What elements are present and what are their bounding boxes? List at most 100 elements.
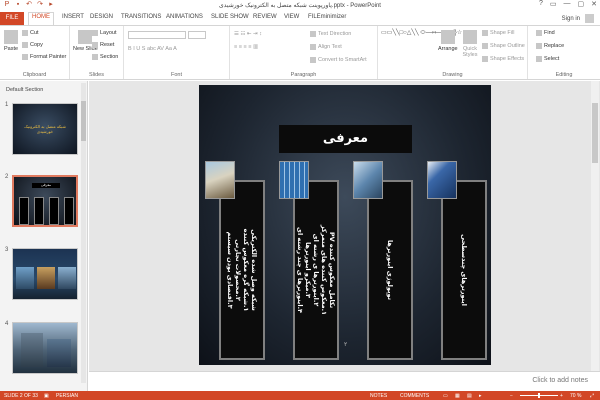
notes-pane[interactable]: Click to add notes [89, 371, 600, 391]
font-family-select[interactable] [128, 31, 186, 39]
status-bar: SLIDE 2 OF 33 ▣ PERSIAN NOTES COMMENTS ▭… [0, 391, 600, 400]
solar-panel-image[interactable] [279, 161, 309, 199]
slides-pane: Default Section 1 شبکه متصل به الکترونیک… [0, 81, 88, 391]
convert-smartart-button[interactable]: Convert to SmartArt [310, 57, 367, 63]
arrange-icon [440, 30, 455, 44]
thumbnail-column [34, 197, 44, 225]
slide-column-1[interactable]: شبکه وصل شده الکتریکی ۱.شبکه گره معکوس ک… [219, 180, 265, 360]
tab-transitions[interactable]: TRANSITIONS [121, 14, 161, 20]
select-button[interactable]: Select [536, 56, 559, 62]
group-label: Editing [555, 72, 573, 78]
thumbnail-number: 3 [5, 247, 9, 253]
sign-in-link[interactable]: Sign in [562, 16, 580, 22]
tab-file[interactable]: FILE [0, 12, 24, 25]
slide-thumbnail-3[interactable] [12, 248, 78, 300]
comments-button[interactable]: COMMENTS [400, 393, 429, 399]
language-indicator[interactable]: PERSIAN [56, 393, 78, 399]
slide-thumbnail-4[interactable] [12, 322, 78, 374]
shapes-gallery[interactable]: ▭▭╲╲□○△╲╲ ⬭⟶⟵↗↘{}☆ [381, 29, 462, 59]
quick-styles-icon [463, 30, 477, 44]
reading-view-icon[interactable]: ▤ [467, 393, 472, 399]
quick-styles-button[interactable]: Quick Styles [460, 30, 480, 58]
tab-insert[interactable]: INSERT [62, 14, 84, 20]
group-label: Drawing [442, 72, 463, 78]
maximize-button[interactable]: ▢ [578, 0, 585, 8]
tab-review[interactable]: REVIEW [253, 14, 277, 20]
slide-column-4[interactable]: اینورترهای چندسطحی [441, 180, 487, 360]
rooftop-solar-image[interactable] [353, 161, 383, 199]
slide-column-2[interactable]: تکامل معکوس کننده PV ۱.معکوس کننده های م… [293, 180, 339, 360]
slide-column-3[interactable]: توپولوژی اینورترها [367, 180, 413, 360]
tab-design[interactable]: DESIGN [90, 14, 113, 20]
slide-thumbnail-2[interactable]: معرفی [12, 175, 78, 227]
zoom-out-button[interactable]: − [510, 393, 513, 399]
zoom-slider-thumb[interactable] [538, 393, 540, 398]
format-painter-button[interactable]: Format Painter [22, 54, 66, 60]
arrange-button[interactable]: Arrange [438, 30, 458, 52]
section-header[interactable]: Default Section [6, 87, 43, 93]
ribbon-display-button[interactable]: ▭ [550, 0, 557, 8]
normal-view-icon[interactable]: ▭ [443, 393, 448, 399]
shape-fill-button[interactable]: Shape Fill [482, 30, 514, 36]
text-direction-button[interactable]: Text Direction [310, 31, 351, 37]
replace-button[interactable]: Replace [536, 43, 564, 49]
section-button[interactable]: Section [92, 54, 118, 60]
column-text: اینورترهای چندسطحی [460, 234, 468, 306]
align-text-button[interactable]: Align Text [310, 44, 342, 50]
align-buttons[interactable]: ≡ ≡ ≡ ≡ ▥ [234, 44, 258, 50]
reset-button[interactable]: Reset [92, 42, 114, 48]
zoom-in-button[interactable]: + [560, 393, 563, 399]
scrollbar-thumb[interactable] [81, 101, 86, 141]
font-format-buttons[interactable]: B I U S abc AV Aa A [128, 46, 177, 52]
house-solar-image[interactable] [205, 161, 235, 199]
notes-placeholder: Click to add notes [532, 377, 588, 384]
column-text: توپولوژی اینورترها [386, 239, 394, 301]
tab-home[interactable]: HOME [28, 12, 54, 25]
help-button[interactable]: ? [539, 0, 543, 8]
thumbnail-column [49, 197, 59, 225]
slides-pane-scrollbar[interactable] [81, 83, 86, 383]
group-label: Paragraph [290, 72, 317, 78]
minimize-button[interactable]: — [564, 0, 571, 8]
layout-button[interactable]: Layout [92, 30, 117, 36]
thumbnail-image [37, 267, 55, 289]
copy-button[interactable]: Copy [22, 42, 43, 48]
effects-icon [482, 56, 488, 62]
proofing-icon[interactable]: ▣ [44, 393, 49, 399]
clipboard-group: Paste Cut Copy Format Painter Clipboard [0, 26, 70, 79]
slide-title[interactable]: معرفی [279, 125, 412, 153]
smartart-icon [310, 57, 316, 63]
list-buttons[interactable]: ☰ ☷ ⇤ ⇥ ↕ [234, 31, 262, 37]
fit-slide-icon[interactable]: ⤢ [590, 393, 594, 399]
tab-fileminimizer[interactable]: FILEminimizer [308, 14, 346, 20]
slideshow-view-icon[interactable]: ▸ [479, 393, 482, 399]
column-text: تکامل معکوس کننده PV ۱.معکوس کننده های م… [296, 224, 336, 316]
title-bar: P ▪ ↶ ↷ ▸ پاورپوینت شبکه متصل به الکترون… [0, 0, 600, 11]
editor-scrollbar[interactable] [591, 81, 599, 371]
zoom-level[interactable]: 70 % [570, 393, 581, 399]
fill-icon [482, 30, 488, 36]
notes-button[interactable]: NOTES [370, 393, 387, 399]
brush-icon [22, 54, 28, 60]
panel-closeup-image[interactable] [427, 161, 457, 199]
scrollbar-thumb[interactable] [592, 103, 598, 163]
slide-editor: معرفی شبکه وصل شده الکتریکی ۱.شبکه گره م… [89, 81, 600, 371]
find-button[interactable]: Find [536, 30, 555, 36]
paste-button[interactable]: Paste [4, 30, 18, 52]
slide-sorter-icon[interactable]: ▦ [455, 393, 460, 399]
font-size-select[interactable] [188, 31, 206, 39]
close-button[interactable]: ✕ [591, 0, 597, 8]
avatar[interactable] [585, 14, 594, 23]
tab-slide-show[interactable]: SLIDE SHOW [211, 14, 249, 20]
drawing-group: ▭▭╲╲□○△╲╲ ⬭⟶⟵↗↘{}☆ Arrange Quick Styles … [378, 26, 528, 79]
tab-animations[interactable]: ANIMATIONS [166, 14, 203, 20]
tab-view[interactable]: VIEW [284, 14, 299, 20]
cut-button[interactable]: Cut [22, 30, 39, 36]
shape-outline-button[interactable]: Shape Outline [482, 43, 525, 49]
thumbnail-number: 2 [5, 174, 9, 180]
slide-thumbnail-1[interactable]: شبکه متصل به الکترونیک خورشیدی [12, 103, 78, 155]
window-title: پاورپوینت شبکه متصل به الکترونیک خورشیدی… [219, 3, 381, 9]
thumbnail-caption: شبکه متصل به الکترونیک خورشیدی [24, 124, 66, 134]
shape-effects-button[interactable]: Shape Effects [482, 56, 524, 62]
current-slide[interactable]: معرفی شبکه وصل شده الکتریکی ۱.شبکه گره م… [199, 85, 491, 365]
